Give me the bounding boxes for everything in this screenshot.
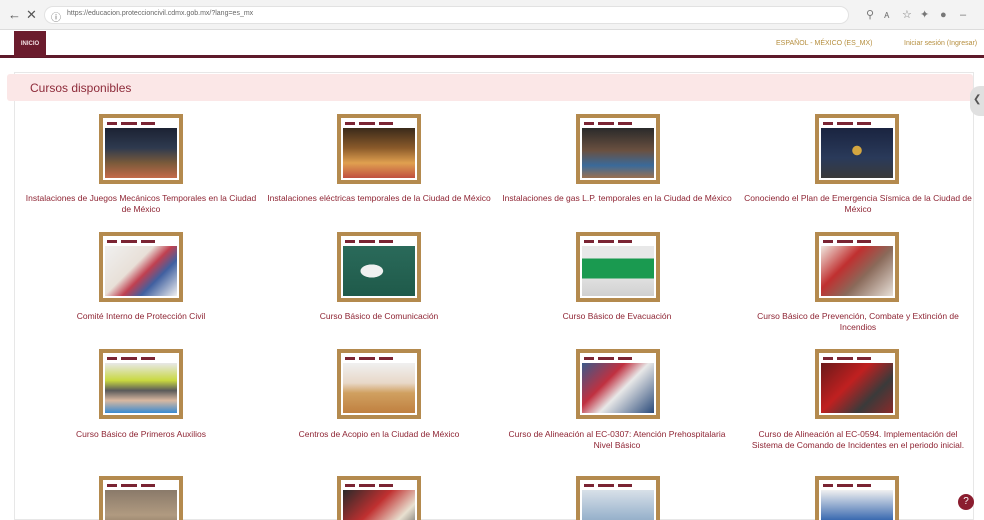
course-link[interactable]: Instalaciones de Juegos Mecánicos Tempor… <box>24 193 258 215</box>
profile-icon[interactable]: ● <box>940 8 947 22</box>
home-link[interactable]: INICIO <box>14 31 46 57</box>
course-link[interactable]: Curso Básico de Prevención, Combate y Ex… <box>744 311 972 333</box>
more-icon[interactable]: – <box>960 8 966 22</box>
course-link[interactable]: Curso Básico de Evacuación <box>502 311 732 322</box>
course-thumbnail[interactable] <box>576 476 660 520</box>
course-thumbnail[interactable] <box>99 114 183 184</box>
course-thumbnail[interactable] <box>815 476 899 520</box>
help-button[interactable]: ? <box>958 494 974 510</box>
course-link[interactable]: Curso Básico de Comunicación <box>264 311 494 322</box>
close-icon[interactable]: ✕ <box>26 8 37 22</box>
course-thumbnail[interactable] <box>815 114 899 184</box>
course-thumbnail[interactable] <box>337 476 421 520</box>
course-thumbnail[interactable] <box>99 476 183 520</box>
search-icon[interactable]: ⚲ <box>866 8 874 22</box>
favorite-icon[interactable]: ☆ <box>902 8 912 22</box>
course-thumbnail[interactable] <box>337 114 421 184</box>
course-thumbnail[interactable] <box>337 232 421 302</box>
site-header: INICIO ESPAÑOL - MÉXICO (ES_MX) Iniciar … <box>0 30 984 58</box>
course-link[interactable]: Curso Básico de Primeros Auxilios <box>24 429 258 440</box>
arrow-left-icon[interactable]: ← <box>8 8 21 22</box>
course-link[interactable]: Curso de Alineación al EC-0307: Atención… <box>502 429 732 451</box>
browser-toolbar: ← ✕ ⓘ https://educacion.proteccioncivil.… <box>0 0 984 30</box>
extensions-icon[interactable]: ✦ <box>920 8 929 22</box>
course-thumbnail[interactable] <box>815 349 899 419</box>
course-thumbnail[interactable] <box>99 349 183 419</box>
course-link[interactable]: Comité Interno de Protección Civil <box>24 311 258 322</box>
read-aloud-icon[interactable]: ᴀ <box>884 8 889 22</box>
course-link[interactable]: Instalaciones eléctricas temporales de l… <box>264 193 494 204</box>
language-selector[interactable]: ESPAÑOL - MÉXICO (ES_MX) <box>776 40 872 47</box>
course-thumbnail[interactable] <box>337 349 421 419</box>
course-thumbnail[interactable] <box>576 114 660 184</box>
course-link[interactable]: Instalaciones de gas L.P. temporales en … <box>502 193 732 204</box>
course-thumbnail[interactable] <box>815 232 899 302</box>
course-thumbnail[interactable] <box>576 232 660 302</box>
course-link[interactable]: Centros de Acopio en la Ciudad de México <box>264 429 494 440</box>
address-bar[interactable]: ⓘ https://educacion.proteccioncivil.cdmx… <box>44 6 849 24</box>
login-link[interactable]: Iniciar sesión (Ingresar) <box>904 40 977 47</box>
course-thumbnail[interactable] <box>576 349 660 419</box>
url-text: https://educacion.proteccioncivil.cdmx.g… <box>67 10 254 17</box>
drawer-toggle[interactable]: ❮ <box>970 86 984 116</box>
course-link[interactable]: Curso de Alineación al EC-0594. Implemen… <box>744 429 972 451</box>
panel-title: Cursos disponibles <box>30 81 132 95</box>
chevron-left-icon: ❮ <box>973 94 982 105</box>
course-link[interactable]: Conociendo el Plan de Emergencia Sísmica… <box>744 193 972 215</box>
panel-title-bar <box>7 74 973 101</box>
course-thumbnail[interactable] <box>99 232 183 302</box>
site-info-icon[interactable]: ⓘ <box>51 9 61 24</box>
